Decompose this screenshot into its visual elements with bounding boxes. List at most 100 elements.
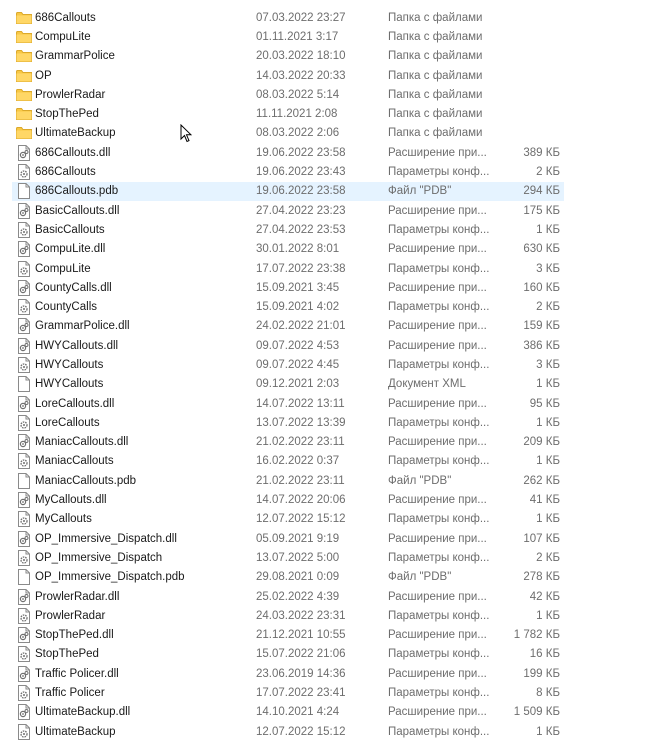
file-row[interactable]: CountyCalls.dll 15.09.2021 3:45 Расширение… [12, 278, 564, 297]
dll-file-icon [14, 318, 34, 335]
file-row[interactable]: OP_Immersive_Dispatch.dll 05.09.2021 9:19… [12, 529, 564, 548]
folder-icon [14, 68, 34, 84]
file-row[interactable]: OP_Immersive_Dispatch.pdb 29.08.2021 0:09… [12, 568, 564, 587]
dll-file-icon [14, 492, 34, 509]
file-name: 686Callouts.pdb [35, 185, 119, 198]
file-name: 686Callouts [35, 11, 96, 24]
dll-file-icon [14, 665, 34, 682]
file-date: 27.04.2022 23:23 [256, 204, 346, 217]
folder-row[interactable]: StopThePed 11.11.2021 2:08 Папка с файлами [12, 104, 564, 123]
file-name: UltimateBackup [35, 127, 116, 140]
file-name: StopThePed [35, 108, 99, 121]
config-file-icon [14, 414, 34, 431]
file-size: 159 КБ [523, 320, 560, 333]
file-name: CompuLite.dll [35, 243, 106, 256]
file-size: 294 КБ [523, 185, 560, 198]
file-type: Папка с файлами [388, 127, 483, 140]
file-size: 1 КБ [536, 609, 560, 622]
dll-file-icon [14, 202, 34, 219]
file-type: Параметры конф... [388, 416, 490, 429]
file-size: 262 КБ [523, 474, 560, 487]
file-row[interactable]: LoreCallouts 13.07.2022 13:39 Параметры ко… [12, 413, 564, 432]
file-row[interactable]: OP_Immersive_Dispatch 13.07.2022 5:00 Пара… [12, 548, 564, 567]
file-row[interactable]: BasicCallouts.dll 27.04.2022 23:23 Расшире… [12, 201, 564, 220]
file-name: ProwlerRadar [35, 88, 106, 101]
file-type: Параметры конф... [388, 648, 490, 661]
file-name: CountyCalls [35, 301, 97, 314]
file-name: OP_Immersive_Dispatch.dll [35, 532, 177, 545]
folder-icon [14, 10, 34, 26]
file-row[interactable]: HWYCallouts 09.12.2021 2:03 Документ XML 1 … [12, 375, 564, 394]
file-type: Параметры конф... [388, 455, 490, 468]
file-name: ManiacCallouts.dll [35, 436, 129, 449]
file-row[interactable]: MyCallouts.dll 14.07.2022 20:06 Расширение… [12, 490, 564, 509]
file-row[interactable]: 686Callouts.pdb 19.06.2022 23:58 Файл "PDB… [12, 181, 564, 201]
file-row[interactable]: 686Callouts 19.06.2022 23:43 Параметры кон… [12, 162, 564, 181]
file-size: 3 КБ [536, 358, 560, 371]
file-row[interactable]: CountyCalls 15.09.2021 4:02 Параметры конф… [12, 297, 564, 316]
file-type: Расширение при... [388, 629, 487, 642]
file-type: Расширение при... [388, 436, 487, 449]
file-row[interactable]: ManiacCallouts.dll 21.02.2022 23:11 Расшир… [12, 433, 564, 452]
config-file-icon [14, 260, 34, 277]
file-row[interactable]: HWYCallouts.dll 09.07.2022 4:53 Расширение… [12, 336, 564, 355]
file-date: 12.07.2022 15:12 [256, 725, 346, 738]
file-name: StopThePed [35, 648, 99, 661]
file-row[interactable]: BasicCallouts 27.04.2022 23:53 Параметры к… [12, 220, 564, 239]
file-type: Расширение при... [388, 667, 487, 680]
folder-row[interactable]: OP 14.03.2022 20:33 Папка с файлами [12, 66, 564, 85]
file-date: 05.09.2021 9:19 [256, 532, 340, 545]
file-row[interactable]: MyCallouts 12.07.2022 15:12 Параметры конф… [12, 510, 564, 529]
file-date: 17.07.2022 23:38 [256, 262, 346, 275]
file-size: 95 КБ [529, 397, 560, 410]
file-type: Файл "PDB" [388, 571, 452, 584]
file-date: 08.03.2022 2:06 [256, 127, 340, 140]
file-size: 1 КБ [536, 378, 560, 391]
config-file-icon [14, 164, 34, 181]
file-row[interactable]: ProwlerRadar.dll 25.02.2022 4:39 Расширени… [12, 587, 564, 606]
dll-file-icon [14, 627, 34, 644]
file-row[interactable]: ManiacCallouts 16.02.2022 0:37 Параметры к… [12, 452, 564, 471]
folder-row[interactable]: CompuLite 01.11.2021 3:17 Папка с файлами [12, 27, 564, 46]
file-row[interactable]: StopThePed 15.07.2022 21:06 Параметры конф… [12, 645, 564, 664]
file-type: Расширение при... [388, 339, 487, 352]
file-row[interactable]: 686Callouts.dll 19.06.2022 23:58 Расширени… [12, 143, 564, 162]
config-file-icon [14, 646, 34, 663]
file-type: Расширение при... [388, 590, 487, 603]
file-name: CompuLite [35, 30, 91, 43]
folder-icon [14, 29, 34, 45]
file-size: 1 КБ [536, 416, 560, 429]
file-row[interactable]: Traffic Policer.dll 23.06.2019 14:36 Расши… [12, 664, 564, 683]
file-date: 27.04.2022 23:53 [256, 223, 346, 236]
file-row[interactable]: LoreCallouts.dll 14.07.2022 13:11 Расширен… [12, 394, 564, 413]
file-list: 686Callouts 07.03.2022 23:27 Папка с файла… [12, 8, 564, 741]
file-row[interactable]: GrammarPolice.dll 24.02.2022 21:01 Расшире… [12, 317, 564, 336]
folder-row[interactable]: ProwlerRadar 08.03.2022 5:14 Папка с файла… [12, 85, 564, 104]
file-row[interactable]: Traffic Policer 17.07.2022 23:41 Параметры… [12, 683, 564, 702]
file-type: Расширение при... [388, 204, 487, 217]
folder-row[interactable]: GrammarPolice 20.03.2022 18:10 Папка с фай… [12, 47, 564, 66]
file-row[interactable]: ManiacCallouts.pdb 21.02.2022 23:11 Файл "… [12, 471, 564, 490]
file-row[interactable]: CompuLite 17.07.2022 23:38 Параметры конф.… [12, 259, 564, 278]
file-size: 2 КБ [536, 551, 560, 564]
file-type: Параметры конф... [388, 223, 490, 236]
file-name: GrammarPolice.dll [35, 320, 130, 333]
folder-icon [14, 125, 34, 141]
file-type: Параметры конф... [388, 301, 490, 314]
folder-row[interactable]: UltimateBackup 08.03.2022 2:06 Папка с фай… [12, 124, 564, 143]
file-row[interactable]: StopThePed.dll 21.12.2021 10:55 Расширение… [12, 626, 564, 645]
file-date: 25.02.2022 4:39 [256, 590, 340, 603]
file-date: 12.07.2022 15:12 [256, 513, 346, 526]
file-type: Папка с файлами [388, 108, 483, 121]
folder-row[interactable]: 686Callouts 07.03.2022 23:27 Папка с файла… [12, 8, 564, 27]
file-row[interactable]: HWYCallouts 09.07.2022 4:45 Параметры конф… [12, 355, 564, 374]
file-size: 1 КБ [536, 223, 560, 236]
file-type: Папка с файлами [388, 69, 483, 82]
folder-icon [14, 87, 34, 103]
file-row[interactable]: CompuLite.dll 30.01.2022 8:01 Расширение п… [12, 240, 564, 259]
file-row[interactable]: UltimateBackup 12.07.2022 15:12 Параметры … [12, 722, 564, 741]
config-file-icon [14, 607, 34, 624]
file-type: Расширение при... [388, 397, 487, 410]
file-row[interactable]: ProwlerRadar 24.03.2022 23:31 Параметры ко… [12, 606, 564, 625]
file-row[interactable]: UltimateBackup.dll 14.10.2021 4:24 Расшире… [12, 703, 564, 722]
